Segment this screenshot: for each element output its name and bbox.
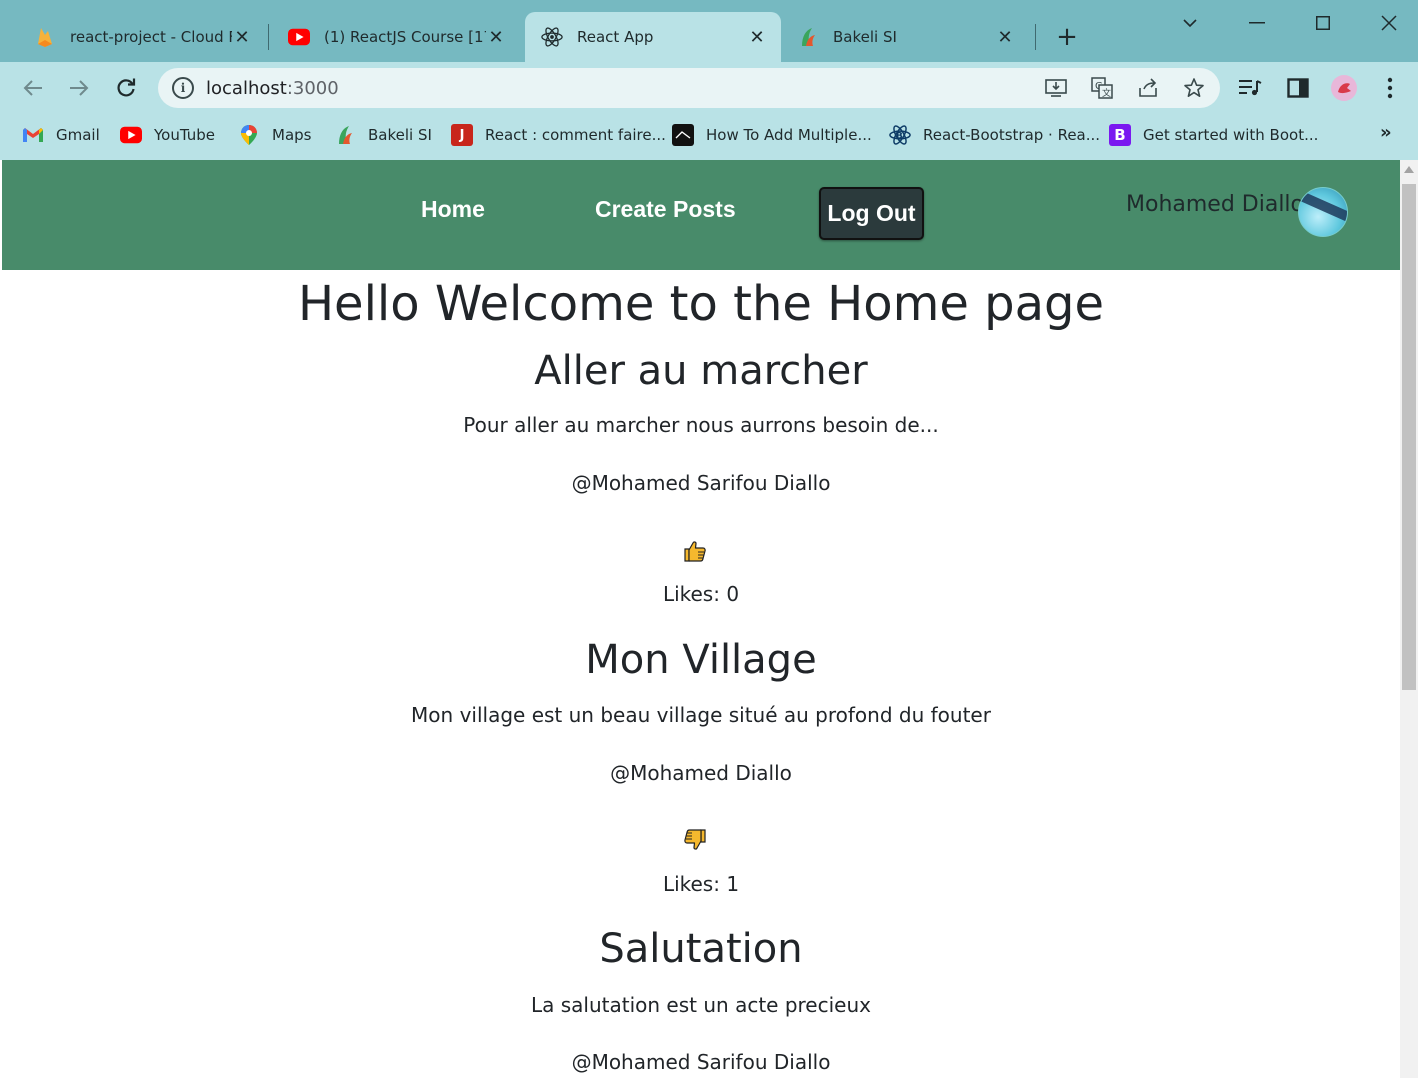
tab-title: react-project - Cloud Fi	[70, 28, 232, 46]
forward-icon[interactable]	[63, 72, 95, 104]
user-name: Mohamed Diallo	[1126, 192, 1305, 217]
nav-home-link[interactable]: Home	[421, 196, 485, 223]
bookmark-how-to-add[interactable]: How To Add Multiple...	[672, 122, 872, 148]
tab-strip: react-project - Cloud Fi ✕ (1) ReactJS C…	[0, 0, 1418, 62]
logout-button[interactable]: Log Out	[819, 187, 924, 240]
svg-text:B: B	[896, 131, 903, 142]
bookmark-react-bootstrap[interactable]: B React-Bootstrap · Rea...	[889, 122, 1100, 148]
page-viewport: Home Create Posts Log Out Mohamed Diallo…	[2, 160, 1400, 1078]
page-scrollbar[interactable]	[1400, 160, 1418, 1078]
new-tab-button[interactable]: +	[1052, 22, 1082, 52]
site-info-icon[interactable]: i	[172, 77, 194, 99]
close-window-icon[interactable]	[1369, 8, 1409, 38]
bakeli-icon	[334, 124, 356, 146]
tab-search-icon[interactable]	[1170, 8, 1210, 38]
maps-icon	[238, 124, 260, 146]
tab-separator	[268, 24, 269, 50]
thumbs-down-icon[interactable]	[681, 826, 709, 854]
dev-icon	[672, 124, 694, 146]
post-title: Mon Village	[585, 637, 817, 683]
thumbs-up-icon[interactable]	[681, 537, 709, 565]
youtube-icon	[288, 26, 310, 48]
more-bookmarks-icon[interactable]: »	[1380, 122, 1392, 143]
bookmark-maps[interactable]: Maps	[238, 122, 311, 148]
post-author: @Mohamed Sarifou Diallo	[571, 471, 831, 495]
tab-title: Bakeli SI	[833, 28, 897, 46]
bookmark-label: Get started with Boot...	[1143, 126, 1319, 144]
j-icon: J	[451, 124, 473, 146]
profile-avatar-icon[interactable]	[1330, 74, 1358, 102]
bakeli-icon	[797, 26, 819, 48]
install-app-icon[interactable]	[1044, 76, 1068, 100]
url-text: localhost:3000	[206, 77, 339, 99]
close-icon[interactable]: ✕	[232, 27, 252, 48]
nav-create-posts-link[interactable]: Create Posts	[595, 196, 736, 223]
bookmark-get-started-bootstrap[interactable]: B Get started with Boot...	[1109, 122, 1318, 148]
post-likes: Likes: 1	[662, 872, 740, 896]
tab-react-app[interactable]: React App ✕	[525, 12, 781, 62]
minimize-icon[interactable]	[1237, 8, 1277, 38]
bookmark-youtube[interactable]: YouTube	[120, 122, 215, 148]
maximize-icon[interactable]	[1303, 8, 1343, 38]
firebase-icon	[34, 26, 56, 48]
bookmark-react-comment[interactable]: J React : comment faire...	[451, 122, 666, 148]
page-title: Hello Welcome to the Home page	[297, 276, 1105, 332]
tab-react-project[interactable]: react-project - Cloud Fi ✕	[18, 12, 266, 62]
menu-kebab-icon[interactable]	[1376, 74, 1404, 102]
tab-title: (1) ReactJS Course [17]	[324, 28, 486, 46]
bookmark-label: How To Add Multiple...	[706, 126, 872, 144]
react-icon	[541, 26, 563, 48]
tab-bakeli[interactable]: Bakeli SI ✕	[781, 12, 1029, 62]
bookmark-label: Gmail	[56, 126, 100, 144]
post-title: Aller au marcher	[534, 348, 868, 394]
bookmark-label: Bakeli SI	[368, 126, 432, 144]
browser-chrome: react-project - Cloud Fi ✕ (1) ReactJS C…	[0, 0, 1418, 160]
bookmark-gmail[interactable]: Gmail	[22, 122, 100, 148]
close-icon[interactable]: ✕	[486, 27, 506, 48]
media-queue-icon[interactable]	[1236, 74, 1264, 102]
app-navbar: Home Create Posts Log Out Mohamed Diallo	[2, 160, 1400, 270]
youtube-icon	[120, 124, 142, 146]
post-author: @Mohamed Sarifou Diallo	[571, 1050, 831, 1074]
scroll-thumb[interactable]	[1402, 184, 1416, 690]
close-icon[interactable]: ✕	[747, 27, 767, 48]
post-text: Mon village est un beau village situé au…	[411, 703, 991, 727]
bookmark-star-icon[interactable]	[1182, 76, 1206, 100]
scroll-up-arrow-icon[interactable]	[1404, 166, 1414, 173]
post-text: Pour aller au marcher nous aurrons besoi…	[463, 413, 939, 437]
tab-separator	[1035, 24, 1036, 50]
bootstrap-icon: B	[1109, 124, 1131, 146]
translate-icon[interactable]: G文	[1090, 76, 1114, 100]
bookmark-label: React : comment faire...	[485, 126, 666, 144]
tab-reactjs-course[interactable]: (1) ReactJS Course [17] ✕	[272, 12, 520, 62]
avatar	[1298, 187, 1348, 237]
post-likes: Likes: 0	[662, 582, 740, 606]
reload-icon[interactable]	[110, 72, 142, 104]
bookmark-label: YouTube	[154, 126, 215, 144]
toolbar: i localhost:3000 G文	[0, 62, 1418, 114]
svg-text:文: 文	[1102, 87, 1111, 99]
bookmark-bakeli[interactable]: Bakeli SI	[334, 122, 432, 148]
address-bar[interactable]: i localhost:3000 G文	[158, 68, 1220, 108]
back-icon[interactable]	[17, 72, 49, 104]
bookmarks-bar: Gmail YouTube Maps Bakeli SI J React : c…	[0, 114, 1418, 154]
post-title: Salutation	[599, 926, 803, 972]
side-panel-icon[interactable]	[1284, 74, 1312, 102]
bookmark-label: React-Bootstrap · Rea...	[923, 126, 1101, 144]
share-icon[interactable]	[1136, 76, 1160, 100]
post-author: @Mohamed Diallo	[610, 761, 792, 785]
tab-title: React App	[577, 28, 654, 46]
react-bootstrap-icon: B	[889, 124, 911, 146]
close-icon[interactable]: ✕	[995, 27, 1015, 48]
bookmark-label: Maps	[272, 126, 312, 144]
gmail-icon	[22, 124, 44, 146]
post-text: La salutation est un acte precieux	[531, 993, 871, 1017]
